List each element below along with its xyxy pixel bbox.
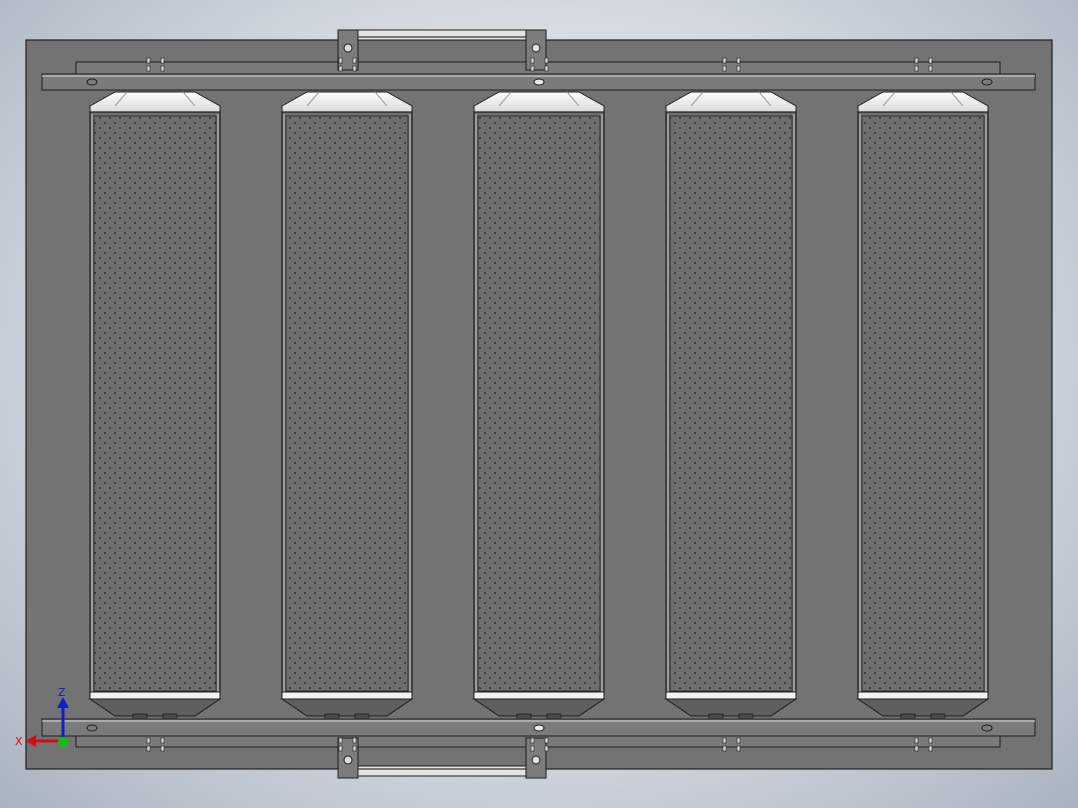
orientation-triad[interactable]: Z X	[10, 684, 80, 754]
x-axis-label: X	[15, 735, 23, 748]
z-axis-label: Z	[58, 686, 66, 699]
filter-bottom-band	[665, 691, 797, 700]
filter-cartridge[interactable]	[856, 91, 990, 720]
x-axis-arrow	[25, 735, 36, 747]
filter-bottom-band	[857, 691, 989, 700]
filter-top-cap	[281, 91, 413, 113]
filter-top-cap	[473, 91, 605, 113]
filter-cartridge[interactable]	[664, 91, 798, 720]
filter-cartridge[interactable]	[280, 91, 414, 720]
filter-top-cap	[665, 91, 797, 113]
filter-top-cap	[857, 91, 989, 113]
filter-cartridge[interactable]	[472, 91, 606, 720]
filter-bottom-band	[473, 691, 605, 700]
perforated-mesh	[669, 115, 793, 692]
perforated-mesh	[861, 115, 985, 692]
y-axis-ball	[58, 737, 68, 747]
filter-cartridge[interactable]	[88, 91, 222, 720]
perforated-mesh	[285, 115, 409, 692]
graphics-viewport[interactable]: Z X	[0, 0, 1078, 808]
cad-model-view[interactable]	[0, 0, 1078, 808]
perforated-mesh	[477, 115, 601, 692]
filter-bottom-band	[281, 691, 413, 700]
filter-bottom-band	[89, 691, 221, 700]
filter-top-cap	[89, 91, 221, 113]
perforated-mesh	[93, 115, 217, 692]
